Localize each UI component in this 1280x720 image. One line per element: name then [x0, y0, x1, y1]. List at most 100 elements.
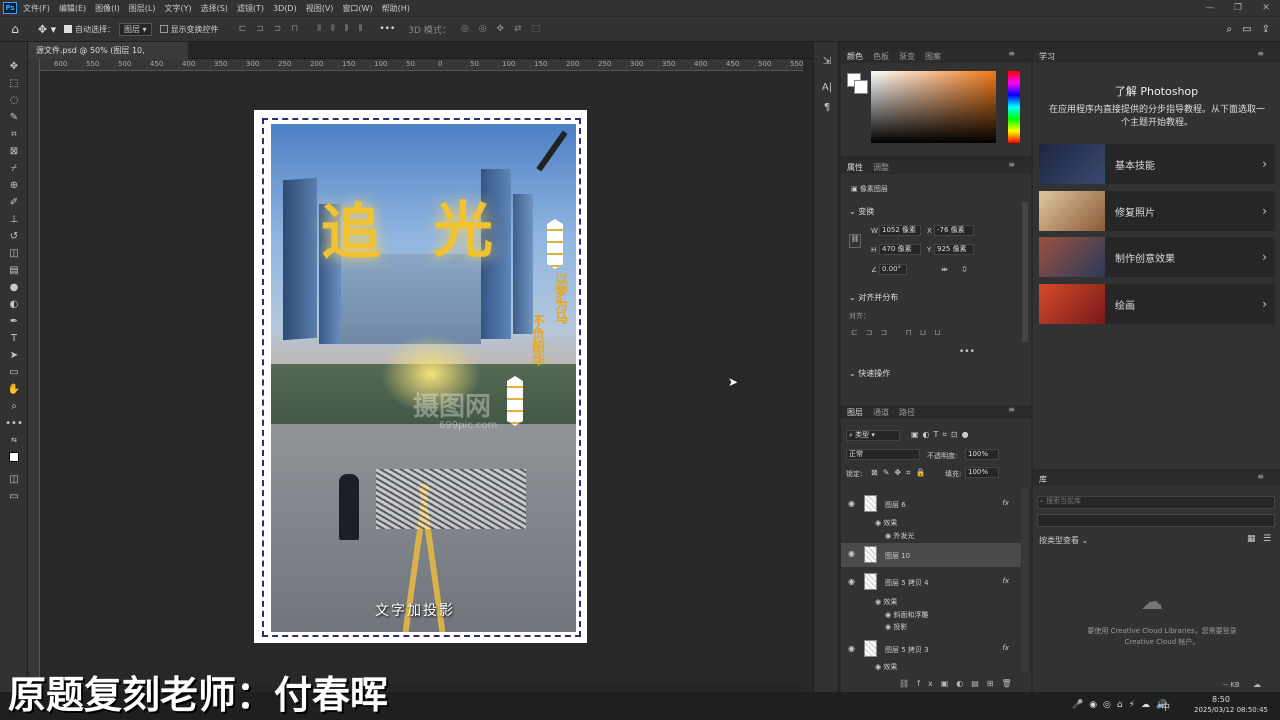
layer-name[interactable]: 图层 6	[885, 500, 906, 510]
layers-scrollbar[interactable]	[1022, 487, 1028, 673]
transform-section[interactable]: ⌄ 变换	[843, 206, 874, 217]
zoom-tool-icon[interactable]: ⌕	[0, 398, 28, 415]
color-picker-field[interactable]	[871, 71, 996, 143]
eraser-tool-icon[interactable]: ◫	[0, 245, 28, 262]
learn-card-painting[interactable]: 绘画 ›	[1039, 284, 1275, 324]
menu-file[interactable]: 文件(F)	[23, 3, 50, 14]
blend-mode-dropdown[interactable]: 正常	[846, 449, 920, 460]
filter-kind-dropdown[interactable]: ⌕ 类型 ▾	[846, 430, 900, 441]
auto-select-dropdown[interactable]: 图层 ▾	[119, 22, 152, 36]
eye-icon[interactable]: ◉	[848, 577, 855, 586]
y-field[interactable]: 925 像素	[934, 244, 974, 255]
distribute-center-icon[interactable]: ⫴	[359, 24, 363, 34]
tab-swatches[interactable]: 色板	[873, 51, 889, 62]
tab-color[interactable]: 颜色	[847, 51, 863, 62]
swap-colors-icon[interactable]: ⇆	[0, 432, 28, 449]
opacity-field[interactable]: 100%	[965, 449, 999, 460]
menu-image[interactable]: 图像(I)	[95, 3, 120, 14]
move-tool-icon[interactable]: ✥	[0, 58, 28, 75]
minimize-button[interactable]: —	[1196, 3, 1224, 13]
document-tab[interactable]: 源文件.psd @ 50% (图层 10, RGB/8#) * ×	[28, 42, 188, 72]
fill-field[interactable]: 100%	[965, 467, 999, 478]
flip-horizontal-icon[interactable]: ⇹	[941, 265, 948, 274]
background-color-swatch[interactable]	[854, 80, 868, 94]
ime-indicator[interactable]: 中	[1161, 700, 1170, 713]
close-button[interactable]: ✕	[1252, 3, 1280, 13]
eye-icon[interactable]: ◉	[848, 499, 855, 508]
menu-layer[interactable]: 图层(L)	[129, 3, 156, 14]
blur-tool-icon[interactable]: ●	[0, 279, 28, 296]
tray-icons[interactable]: 🎤◉◎⌂⚡☁🔊	[1072, 700, 1173, 710]
library-search-input[interactable]: ⌕ 搜索当前库	[1037, 496, 1275, 509]
align-buttons[interactable]: ⊏⊐⊐ ⊓⊔⊔	[851, 328, 948, 337]
x-field[interactable]: -76 像素	[934, 225, 974, 236]
panel-menu-icon[interactable]: ≡	[1257, 472, 1264, 481]
quick-actions-section[interactable]: ⌄ 快速操作	[843, 368, 890, 379]
hand-tool-icon[interactable]: ✋	[0, 381, 28, 398]
properties-scrollbar[interactable]	[1022, 202, 1028, 342]
crop-tool-icon[interactable]: ⌗	[0, 126, 28, 143]
type-tool-icon[interactable]: T	[0, 330, 28, 347]
healing-brush-tool-icon[interactable]: ⊕	[0, 177, 28, 194]
layer-name[interactable]: 图层 5 拷贝 3	[885, 645, 929, 655]
more-align-icon[interactable]: •••	[959, 347, 975, 357]
path-select-tool-icon[interactable]: ➤	[0, 347, 28, 364]
color-swatches-icon[interactable]	[0, 449, 28, 471]
layer-row[interactable]: ◉ 图层 5 拷贝 3 fx	[841, 639, 1021, 663]
workspace-icon[interactable]: ▭	[1242, 24, 1251, 35]
menu-view[interactable]: 视图(V)	[306, 3, 334, 14]
character-panel-icon[interactable]: A|	[814, 78, 840, 98]
marquee-tool-icon[interactable]: ⬚	[0, 75, 28, 92]
align-distribute-section[interactable]: ⌄ 对齐并分布	[843, 292, 898, 303]
layer-row[interactable]: ◉ 图层 6 fx	[841, 493, 1021, 517]
home-icon[interactable]: ⌂	[0, 22, 30, 36]
show-transform-checkbox[interactable]	[159, 25, 168, 33]
pen-tool-icon[interactable]: ✒	[0, 313, 28, 330]
width-field[interactable]: 1052 像素	[879, 225, 921, 236]
flip-vertical-icon[interactable]: ⇳	[961, 265, 968, 274]
history-brush-tool-icon[interactable]: ↺	[0, 228, 28, 245]
height-field[interactable]: 470 像素	[879, 244, 921, 255]
more-options-icon[interactable]: •••	[379, 24, 395, 34]
brush-tool-icon[interactable]: ✐	[0, 194, 28, 211]
layer-fx-icon[interactable]: fx	[1002, 644, 1009, 652]
frame-tool-icon[interactable]: ⊠	[0, 143, 28, 160]
panel-menu-icon[interactable]: ≡	[1008, 49, 1015, 58]
eyedropper-tool-icon[interactable]: ⌿	[0, 160, 28, 177]
tab-libraries[interactable]: 库	[1039, 474, 1047, 485]
tab-gradients[interactable]: 渐变	[899, 51, 915, 62]
tab-paths[interactable]: 路径	[899, 407, 915, 418]
angle-field[interactable]: 0.00°	[879, 264, 907, 275]
align-top-icon[interactable]: ⊓	[291, 24, 298, 34]
learn-card-basic-skills[interactable]: 基本技能 ›	[1039, 144, 1275, 184]
screen-mode-icon[interactable]: ▭	[0, 488, 28, 505]
more-tools-icon[interactable]: •••	[0, 415, 28, 432]
library-dropdown[interactable]	[1037, 514, 1275, 527]
panel-menu-icon[interactable]: ≡	[1257, 49, 1264, 58]
menu-edit[interactable]: 编辑(E)	[59, 3, 86, 14]
clone-stamp-tool-icon[interactable]: ⊥	[0, 211, 28, 228]
lock-icons[interactable]: ⊠✎✥⌗🔒	[871, 468, 931, 478]
3d-slide-icon[interactable]: ⇄	[514, 24, 522, 34]
layer-row[interactable]: ◉ 图层 5 拷贝 4 fx	[841, 571, 1021, 595]
3d-pan-icon[interactable]: ✥	[497, 24, 505, 34]
shape-tool-icon[interactable]: ▭	[0, 364, 28, 381]
link-icon[interactable]: ⛓	[849, 234, 861, 248]
tab-properties[interactable]: 属性	[847, 162, 863, 173]
view-by-type[interactable]: 按类型查看 ⌄	[1039, 535, 1088, 546]
menu-window[interactable]: 窗口(W)	[342, 3, 372, 14]
distribute-v-icon[interactable]: ⫴	[331, 24, 335, 34]
layer-footer-icons[interactable]: ⛓fx▣◐▤⊞🗑	[899, 679, 1020, 688]
distribute-icon[interactable]: ⫴	[317, 24, 321, 34]
menu-3d[interactable]: 3D(D)	[273, 4, 297, 13]
learn-card-fix-photo[interactable]: 修复照片 ›	[1039, 191, 1275, 231]
filter-icons[interactable]: ▣◐T⌗⊡●	[911, 430, 973, 440]
tab-layers[interactable]: 图层	[847, 407, 863, 418]
3d-scale-icon[interactable]: ⬚	[532, 24, 541, 34]
menu-help[interactable]: 帮助(H)	[382, 3, 410, 14]
tab-patterns[interactable]: 图案	[925, 51, 941, 62]
history-panel-icon[interactable]: ⇲	[814, 52, 840, 72]
list-view-icon[interactable]: ☰	[1263, 534, 1271, 544]
layer-row-selected[interactable]: ◉ 图层 10	[841, 543, 1021, 567]
layer-name[interactable]: 图层 10	[885, 551, 910, 561]
